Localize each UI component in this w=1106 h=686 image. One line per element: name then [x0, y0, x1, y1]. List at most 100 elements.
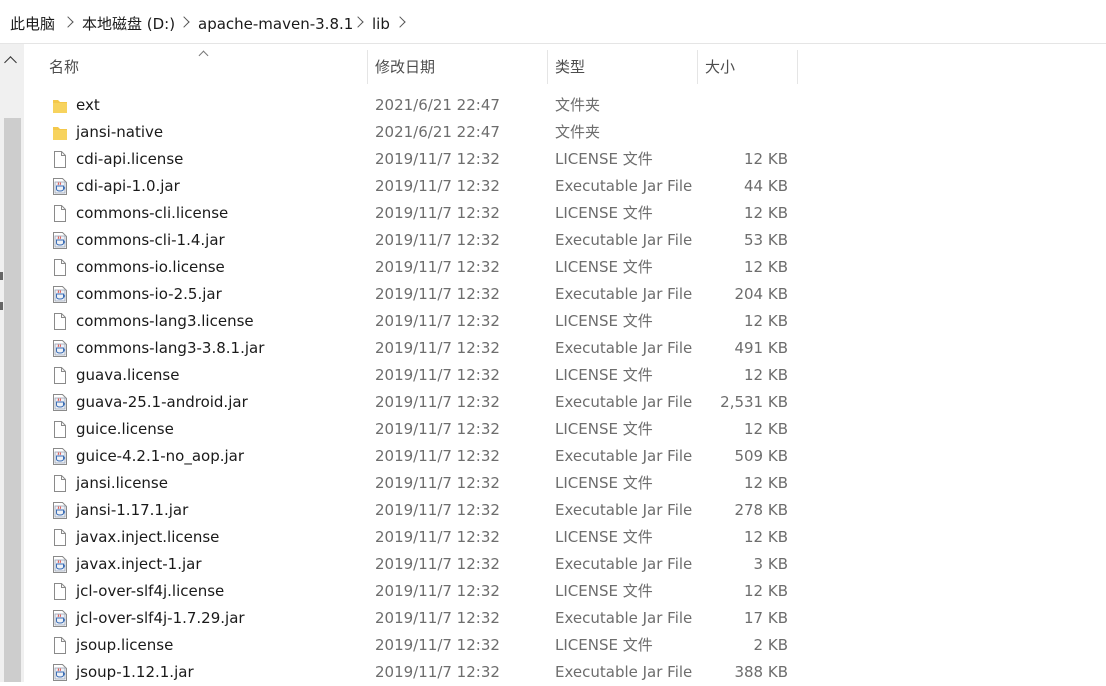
vertical-scrollbar[interactable]: [0, 44, 24, 682]
file-row[interactable]: commons-io.license 2019/11/7 12:32 LICENSE…: [36, 254, 798, 281]
breadcrumb-this-pc[interactable]: 此电脑: [10, 14, 55, 34]
file-type: LICENSE 文件: [555, 366, 653, 384]
file-size: 17 KB: [744, 609, 788, 627]
file-size: 509 KB: [734, 447, 788, 465]
file-modified-date: 2019/11/7 12:32: [375, 555, 500, 573]
file-modified-date: 2019/11/7 12:32: [375, 312, 500, 330]
file-row[interactable]: guava-25.1-android.jar 2019/11/7 12:32 Exe…: [36, 389, 798, 416]
file-row[interactable]: guice.license 2019/11/7 12:32 LICENSE 文件 12…: [36, 416, 798, 443]
file-modified-date: 2019/11/7 12:32: [375, 285, 500, 303]
file-row[interactable]: commons-io-2.5.jar 2019/11/7 12:32 Executa…: [36, 281, 798, 308]
file-name: javax.inject-1.jar: [76, 555, 202, 573]
file-modified-date: 2019/11/7 12:32: [375, 420, 500, 438]
jar-icon: [52, 555, 68, 574]
file-icon: [52, 204, 68, 223]
file-name: commons-lang3.license: [76, 312, 254, 330]
file-name: commons-cli.license: [76, 204, 229, 222]
file-row[interactable]: commons-lang3-3.8.1.jar 2019/11/7 12:32 Ex…: [36, 335, 798, 362]
file-row[interactable]: javax.inject.license 2019/11/7 12:32 LICEN…: [36, 524, 798, 551]
column-header-type[interactable]: 类型: [555, 44, 585, 90]
jar-icon: [52, 177, 68, 196]
file-size: 204 KB: [734, 285, 788, 303]
edge-mark: [0, 272, 3, 280]
column-header-name[interactable]: 名称: [49, 44, 79, 90]
file-size: 2 KB: [753, 636, 788, 654]
file-size: 12 KB: [744, 366, 788, 384]
file-icon: [52, 366, 68, 385]
file-name: ext: [76, 96, 100, 114]
scrollbar-thumb[interactable]: [4, 118, 21, 682]
file-type: LICENSE 文件: [555, 582, 653, 600]
file-modified-date: 2019/11/7 12:32: [375, 150, 500, 168]
file-icon: [52, 474, 68, 493]
column-divider[interactable]: [547, 50, 548, 84]
file-row[interactable]: jansi-native 2021/6/21 22:47 文件夹: [36, 119, 798, 146]
file-icon: [52, 636, 68, 655]
file-type: Executable Jar File: [555, 555, 693, 573]
file-modified-date: 2021/6/21 22:47: [375, 96, 500, 114]
jar-icon: [52, 609, 68, 628]
column-header-date[interactable]: 修改日期: [375, 44, 435, 90]
column-divider[interactable]: [367, 50, 368, 84]
edge-mark: [0, 302, 3, 310]
file-name: commons-io-2.5.jar: [76, 285, 222, 303]
jar-icon: [52, 285, 68, 304]
chevron-right-icon[interactable]: [394, 16, 406, 28]
breadcrumb-local-disk[interactable]: 本地磁盘 (D:): [82, 14, 175, 34]
file-row[interactable]: guava.license 2019/11/7 12:32 LICENSE 文件 12…: [36, 362, 798, 389]
file-size: 3 KB: [753, 555, 788, 573]
file-row[interactable]: jcl-over-slf4j-1.7.29.jar 2019/11/7 12:32…: [36, 605, 798, 632]
chevron-right-icon[interactable]: [352, 16, 364, 28]
file-size: 2,531 KB: [720, 393, 788, 411]
column-header-size[interactable]: 大小: [705, 44, 735, 90]
jar-icon: [52, 663, 68, 682]
file-name: jcl-over-slf4j.license: [76, 582, 225, 600]
file-row[interactable]: cdi-api-1.0.jar 2019/11/7 12:32 Executable…: [36, 173, 798, 200]
file-row[interactable]: javax.inject-1.jar 2019/11/7 12:32 Executa…: [36, 551, 798, 578]
file-row[interactable]: cdi-api.license 2019/11/7 12:32 LICENSE 文件…: [36, 146, 798, 173]
file-name: guice-4.2.1-no_aop.jar: [76, 447, 245, 465]
file-modified-date: 2021/6/21 22:47: [375, 123, 500, 141]
file-type: LICENSE 文件: [555, 204, 653, 222]
file-row[interactable]: jansi-1.17.1.jar 2019/11/7 12:32 Executabl…: [36, 497, 798, 524]
file-size: 12 KB: [744, 312, 788, 330]
file-type: LICENSE 文件: [555, 312, 653, 330]
file-row[interactable]: jansi.license 2019/11/7 12:32 LICENSE 文件 12…: [36, 470, 798, 497]
file-name: cdi-api-1.0.jar: [76, 177, 180, 195]
breadcrumb-maven-folder[interactable]: apache-maven-3.8.1: [198, 14, 353, 34]
file-icon: [52, 582, 68, 601]
jar-icon: [52, 339, 68, 358]
file-size: 12 KB: [744, 204, 788, 222]
file-name: commons-lang3-3.8.1.jar: [76, 339, 265, 357]
address-bar[interactable]: 此电脑 本地磁盘 (D:) apache-maven-3.8.1 lib: [0, 0, 1106, 44]
file-modified-date: 2019/11/7 12:32: [375, 501, 500, 519]
scroll-up-arrow-icon[interactable]: [4, 56, 17, 69]
file-modified-date: 2019/11/7 12:32: [375, 366, 500, 384]
file-row[interactable]: ext 2021/6/21 22:47 文件夹: [36, 92, 798, 119]
file-row[interactable]: jsoup.license 2019/11/7 12:32 LICENSE 文件 2 …: [36, 632, 798, 659]
breadcrumb-lib[interactable]: lib: [372, 14, 390, 34]
file-modified-date: 2019/11/7 12:32: [375, 609, 500, 627]
file-row[interactable]: commons-cli-1.4.jar 2019/11/7 12:32 Execut…: [36, 227, 798, 254]
chevron-right-icon[interactable]: [178, 16, 190, 28]
file-name: jansi-native: [76, 123, 164, 141]
file-modified-date: 2019/11/7 12:32: [375, 393, 500, 411]
file-type: 文件夹: [555, 123, 601, 141]
file-type: Executable Jar File: [555, 447, 693, 465]
file-type: Executable Jar File: [555, 609, 693, 627]
folder-icon: [52, 96, 68, 115]
column-divider[interactable]: [797, 50, 798, 84]
file-row[interactable]: commons-lang3.license 2019/11/7 12:32 LICE…: [36, 308, 798, 335]
column-divider[interactable]: [697, 50, 698, 84]
file-type: Executable Jar File: [555, 339, 693, 357]
file-name: jsoup.license: [76, 636, 174, 654]
file-row[interactable]: commons-cli.license 2019/11/7 12:32 LICENS…: [36, 200, 798, 227]
file-modified-date: 2019/11/7 12:32: [375, 474, 500, 492]
chevron-right-icon[interactable]: [62, 16, 74, 28]
file-row[interactable]: guice-4.2.1-no_aop.jar 2019/11/7 12:32 Exe…: [36, 443, 798, 470]
jar-icon: [52, 501, 68, 520]
jar-icon: [52, 447, 68, 466]
file-row[interactable]: jcl-over-slf4j.license 2019/11/7 12:32 LIC…: [36, 578, 798, 605]
file-icon: [52, 150, 68, 169]
file-modified-date: 2019/11/7 12:32: [375, 582, 500, 600]
